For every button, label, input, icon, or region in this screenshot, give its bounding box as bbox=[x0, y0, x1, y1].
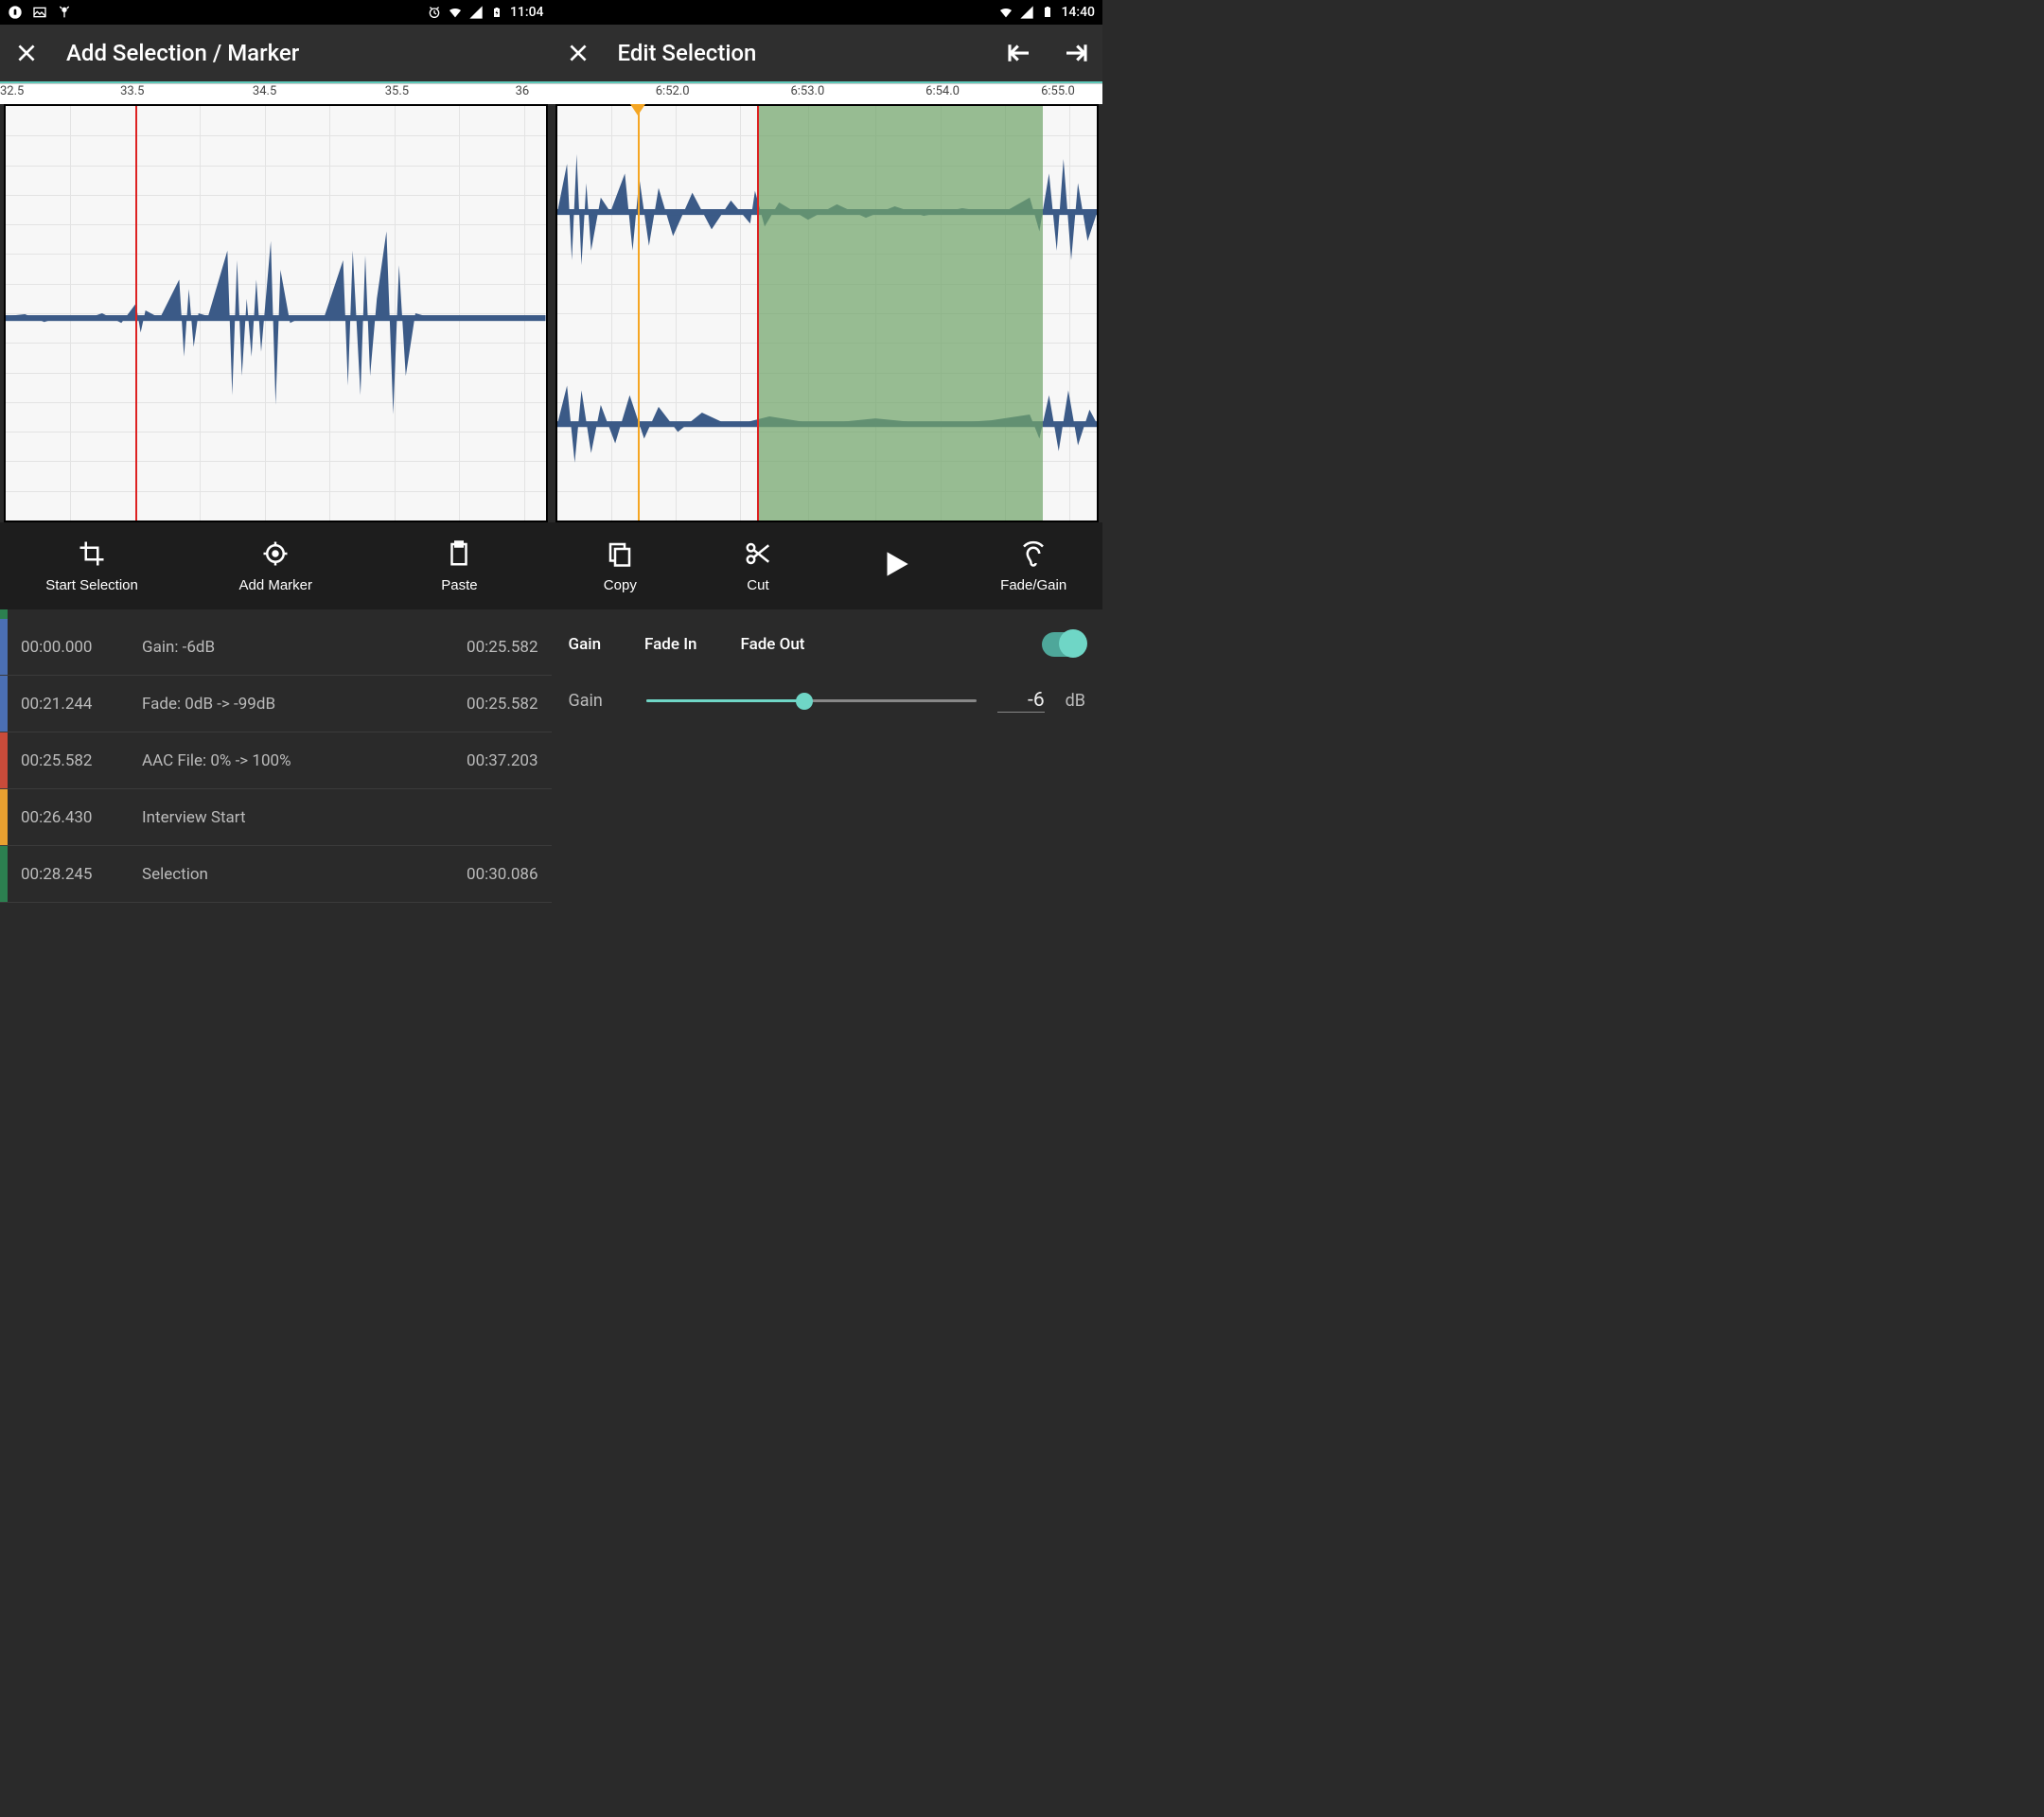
gain-unit: dB bbox=[1066, 691, 1085, 711]
action-bar-right: Copy Cut Fade/Gain bbox=[552, 522, 1103, 609]
clipboard-icon bbox=[445, 539, 473, 572]
alarm-icon bbox=[427, 5, 442, 20]
bug-icon bbox=[57, 5, 72, 20]
list-item[interactable]: 00:26.430 Interview Start bbox=[0, 789, 552, 846]
status-time: 14:40 bbox=[1061, 5, 1095, 20]
goto-end-button[interactable] bbox=[1059, 36, 1093, 70]
pane-edit-selection: 14:40 Edit Selection 6:52.06:53.06:54.06… bbox=[552, 0, 1103, 980]
row-description: Selection bbox=[142, 865, 434, 884]
list-item[interactable]: 00:00.000 Gain: -6dB 00:25.582 bbox=[0, 619, 552, 676]
play-button[interactable] bbox=[827, 522, 965, 609]
playhead-cursor[interactable] bbox=[757, 106, 759, 520]
ruler-tick: 6:53.0 bbox=[790, 84, 824, 98]
row-description: Fade: 0dB -> -99dB bbox=[142, 695, 434, 714]
gain-toggle[interactable] bbox=[1042, 632, 1085, 657]
battery-icon bbox=[1040, 5, 1055, 20]
fade-gain-panel: Gain Fade In Fade Out Gain -6 dB bbox=[552, 609, 1103, 737]
list-item[interactable]: 00:28.245 Selection 00:30.086 bbox=[0, 846, 552, 903]
color-chip bbox=[0, 732, 8, 788]
time-ruler-right[interactable]: 6:52.0 6:53.0 6:54.0 6:55.0 bbox=[552, 83, 1103, 104]
row-start-time: 00:21.244 bbox=[21, 695, 142, 714]
signal-icon bbox=[468, 5, 484, 20]
fade-gain-button[interactable]: Fade/Gain bbox=[964, 522, 1102, 609]
marker-triangle[interactable] bbox=[630, 104, 645, 115]
add-marker-button[interactable]: Add Marker bbox=[184, 522, 367, 609]
cut-button[interactable]: Cut bbox=[689, 522, 827, 609]
time-ruler-left[interactable]: 32.5 33.5 34.5 35.5 36 bbox=[0, 83, 552, 104]
ruler-tick: 35.5 bbox=[385, 84, 409, 98]
marker-list[interactable]: 00:00.000 Gain: -6dB 00:25.582 00:21.244… bbox=[0, 609, 552, 980]
row-start-time: 00:28.245 bbox=[21, 865, 142, 884]
tab-fade-out[interactable]: Fade Out bbox=[740, 635, 804, 654]
row-description: Interview Start bbox=[142, 808, 434, 827]
play-icon bbox=[878, 546, 914, 586]
start-selection-button[interactable]: Start Selection bbox=[0, 522, 184, 609]
ruler-tick: 36 bbox=[516, 84, 530, 98]
ear-icon bbox=[1019, 539, 1048, 572]
waveform-right[interactable] bbox=[555, 104, 1100, 522]
selection-region[interactable] bbox=[757, 106, 1043, 520]
playhead-cursor[interactable] bbox=[135, 106, 137, 520]
image-icon bbox=[32, 5, 47, 20]
list-item[interactable]: 00:25.582 AAC File: 0% -> 100% 00:37.203 bbox=[0, 732, 552, 789]
ruler-tick: 6:55.0 bbox=[1041, 84, 1075, 98]
action-bar-left: Start Selection Add Marker Paste bbox=[0, 522, 552, 609]
copy-icon bbox=[606, 539, 634, 572]
page-title: Add Selection / Marker bbox=[66, 40, 299, 66]
ruler-tick: 34.5 bbox=[253, 84, 276, 98]
gain-value-input[interactable]: -6 bbox=[997, 689, 1045, 713]
row-description: AAC File: 0% -> 100% bbox=[142, 751, 434, 770]
pane-add-selection: 11:04 Add Selection / Marker 32.5 33.5 34.… bbox=[0, 0, 552, 980]
color-chip bbox=[0, 619, 8, 675]
crop-icon bbox=[78, 539, 106, 572]
row-description: Gain: -6dB bbox=[142, 638, 434, 657]
row-start-time: 00:26.430 bbox=[21, 808, 142, 827]
scissors-icon bbox=[744, 539, 772, 572]
color-chip bbox=[0, 676, 8, 732]
row-start-time: 00:25.582 bbox=[21, 751, 142, 770]
toolbar-right: Edit Selection bbox=[552, 25, 1103, 83]
wifi-icon bbox=[998, 5, 1013, 20]
target-icon bbox=[261, 539, 290, 572]
marker-line bbox=[638, 106, 640, 520]
waveform-left[interactable] bbox=[4, 104, 548, 522]
lock-icon bbox=[8, 5, 23, 20]
close-button[interactable] bbox=[9, 36, 44, 70]
goto-start-button[interactable] bbox=[1002, 36, 1036, 70]
tab-fade-in[interactable]: Fade In bbox=[644, 635, 696, 654]
status-time: 11:04 bbox=[510, 5, 544, 20]
wifi-icon bbox=[448, 5, 463, 20]
toolbar-left: Add Selection / Marker bbox=[0, 25, 552, 83]
gain-slider[interactable] bbox=[646, 699, 977, 702]
status-bar-left: 11:04 bbox=[0, 0, 552, 25]
row-end-time: 00:25.582 bbox=[434, 695, 538, 714]
row-end-time: 00:30.086 bbox=[434, 865, 538, 884]
battery-icon bbox=[489, 5, 504, 20]
signal-icon bbox=[1019, 5, 1034, 20]
paste-button[interactable]: Paste bbox=[367, 522, 551, 609]
color-chip bbox=[0, 789, 8, 845]
ruler-tick: 32.5 bbox=[0, 84, 24, 98]
ruler-tick: 33.5 bbox=[120, 84, 144, 98]
row-end-time: 00:25.582 bbox=[434, 638, 538, 657]
color-chip bbox=[0, 846, 8, 902]
gain-label: Gain bbox=[569, 691, 626, 711]
row-end-time: 00:37.203 bbox=[434, 751, 538, 770]
ruler-tick: 6:54.0 bbox=[925, 84, 960, 98]
ruler-tick: 6:52.0 bbox=[656, 84, 690, 98]
row-start-time: 00:00.000 bbox=[21, 638, 142, 657]
tab-gain[interactable]: Gain bbox=[569, 635, 602, 654]
copy-button[interactable]: Copy bbox=[552, 522, 690, 609]
page-title: Edit Selection bbox=[618, 40, 757, 66]
close-button[interactable] bbox=[561, 36, 595, 70]
list-item[interactable]: 00:21.244 Fade: 0dB -> -99dB 00:25.582 bbox=[0, 676, 552, 732]
status-bar-right: 14:40 bbox=[552, 0, 1103, 25]
list-row-partial bbox=[0, 609, 552, 619]
